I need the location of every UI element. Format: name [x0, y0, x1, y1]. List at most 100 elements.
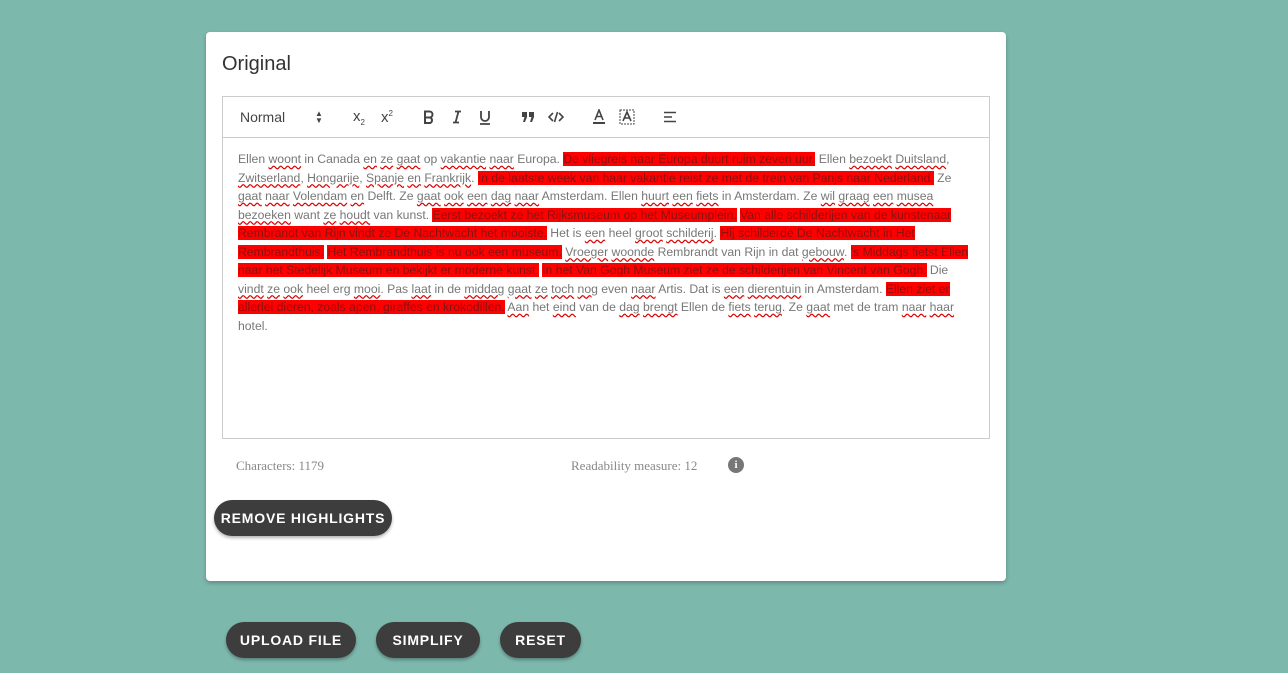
readability-measure: Readability measure: 12	[571, 458, 698, 473]
quote-icon	[522, 112, 534, 122]
flagged-word: gaat	[806, 300, 831, 314]
flagged-word: een	[467, 189, 488, 203]
flagged-word: woonde	[611, 244, 655, 259]
flagged-word: en	[363, 152, 377, 166]
flagged-word: Zwitserland	[238, 170, 301, 185]
superscript-button[interactable]: x2	[375, 97, 399, 137]
flagged-word: musea	[896, 189, 934, 203]
flagged-word: ze	[323, 207, 337, 222]
flagged-word: gaat	[238, 189, 262, 203]
reset-button[interactable]: RESET	[500, 622, 581, 658]
text-color-button[interactable]	[589, 97, 609, 137]
flagged-word: brengt	[642, 300, 678, 314]
flagged-word: dag	[619, 300, 640, 314]
highlighted-sentence: In het Van Gogh Museum ziet ze de schild…	[542, 263, 927, 277]
align-button[interactable]	[660, 97, 680, 137]
flagged-word: mooi	[353, 281, 381, 296]
flagged-word: en	[407, 170, 421, 185]
flagged-word: huurt	[641, 189, 670, 203]
flagged-word: middag	[464, 281, 505, 296]
flagged-word: ook	[283, 281, 304, 296]
flagged-word: naar	[901, 300, 927, 314]
flagged-word: laat	[411, 281, 432, 296]
flagged-word: dierentuin	[747, 281, 802, 296]
flagged-word: ook	[444, 189, 464, 203]
flagged-word: toch	[551, 281, 575, 296]
flagged-word: bezoeken	[238, 207, 291, 222]
upload-file-button[interactable]: UPLOAD FILE	[226, 622, 356, 658]
flagged-word: ze	[534, 281, 548, 296]
flagged-word: vakantie	[440, 152, 487, 166]
flagged-word: haar	[929, 300, 955, 314]
flagged-word: naar	[631, 281, 656, 296]
select-arrows-icon: ▲ ▼	[315, 109, 323, 125]
highlighted-sentence: Eerst bezoekt ze het Rijksmuseum op het …	[432, 207, 737, 222]
flagged-word: wil	[820, 189, 836, 203]
flagged-word: woont	[268, 152, 302, 166]
character-count: Characters: 1179	[236, 458, 324, 473]
bold-icon	[424, 110, 434, 124]
flagged-word: Hongarije	[307, 170, 360, 185]
underline-icon	[480, 110, 490, 125]
flagged-word: houdt	[339, 207, 371, 222]
background-color-button[interactable]	[617, 97, 637, 137]
align-left-icon	[664, 111, 676, 123]
flagged-word: een	[872, 189, 894, 203]
flagged-word: gaat	[416, 189, 441, 203]
editor-content[interactable]: Ellen woont in Canada en ze gaat op vaka…	[223, 138, 989, 432]
flagged-word: groot	[635, 226, 663, 240]
flagged-word: ze	[380, 152, 394, 166]
italic-icon	[453, 110, 461, 124]
flagged-word: nog	[577, 281, 598, 296]
highlighted-sentence: De vliegreis naar Europa duurt ruim zeve…	[563, 152, 816, 166]
flagged-word: een	[584, 226, 606, 240]
highlighted-sentence: In de laatste week van haar vakantie rei…	[477, 170, 934, 185]
code-block-button[interactable]	[545, 97, 567, 137]
flagged-word: fiets	[728, 300, 751, 314]
text-color-icon	[593, 109, 605, 124]
flagged-word: een	[723, 281, 745, 296]
flagged-word: naar	[489, 152, 514, 166]
flagged-word: bezoekt	[849, 152, 892, 166]
flagged-word: gaat	[396, 152, 421, 166]
flagged-word: terug	[754, 300, 782, 314]
background-color-icon	[619, 109, 635, 125]
underline-button[interactable]	[475, 97, 495, 137]
editor-toolbar: Normal ▲ ▼ x2 x2	[223, 97, 989, 138]
simplify-button[interactable]: SIMPLIFY	[376, 622, 480, 658]
format-select-value: Normal	[240, 109, 286, 125]
blockquote-button[interactable]	[517, 97, 539, 137]
italic-button[interactable]	[447, 97, 467, 137]
card-title: Original	[222, 53, 291, 75]
code-icon	[548, 111, 564, 123]
subscript-button[interactable]: x2	[347, 97, 371, 137]
flagged-word: vindt	[238, 281, 264, 296]
info-icon[interactable]: i	[728, 457, 744, 473]
flagged-word: naar	[514, 189, 539, 203]
original-card: Original Normal ▲ ▼ x2 x2 Ellen woont in…	[206, 32, 1006, 581]
flagged-word: fiets	[696, 189, 719, 203]
flagged-word: dag	[490, 189, 512, 203]
flagged-word: Duitsland	[895, 152, 947, 166]
remove-highlights-button[interactable]: REMOVE HIGHLIGHTS	[214, 500, 392, 536]
bold-button[interactable]	[419, 97, 439, 137]
flagged-word: eind	[552, 300, 576, 314]
text-editor[interactable]: Normal ▲ ▼ x2 x2 Ellen woont in Canada e…	[222, 96, 990, 439]
flagged-word: Aan	[507, 300, 530, 314]
superscript-icon: x2	[381, 108, 393, 126]
flagged-word: Frankrijk	[424, 170, 472, 185]
format-select[interactable]: Normal ▲ ▼	[240, 97, 330, 137]
flagged-word: ze	[267, 281, 281, 296]
flagged-word: gaat	[507, 281, 532, 296]
flagged-word: naar	[265, 189, 290, 203]
flagged-word: gebouw	[801, 244, 844, 259]
flagged-word: en	[350, 189, 365, 203]
flagged-word: Spanje	[366, 170, 404, 185]
flagged-word: een	[672, 189, 693, 203]
flagged-word: graag	[838, 189, 870, 203]
flagged-word: Vroeger	[565, 244, 609, 259]
flagged-word: schilderij	[666, 226, 714, 240]
highlighted-sentence: Het Rembrandthuis is nu ook een museum.	[327, 244, 562, 259]
flagged-word: Volendam	[292, 189, 348, 203]
subscript-icon: x2	[353, 107, 365, 127]
